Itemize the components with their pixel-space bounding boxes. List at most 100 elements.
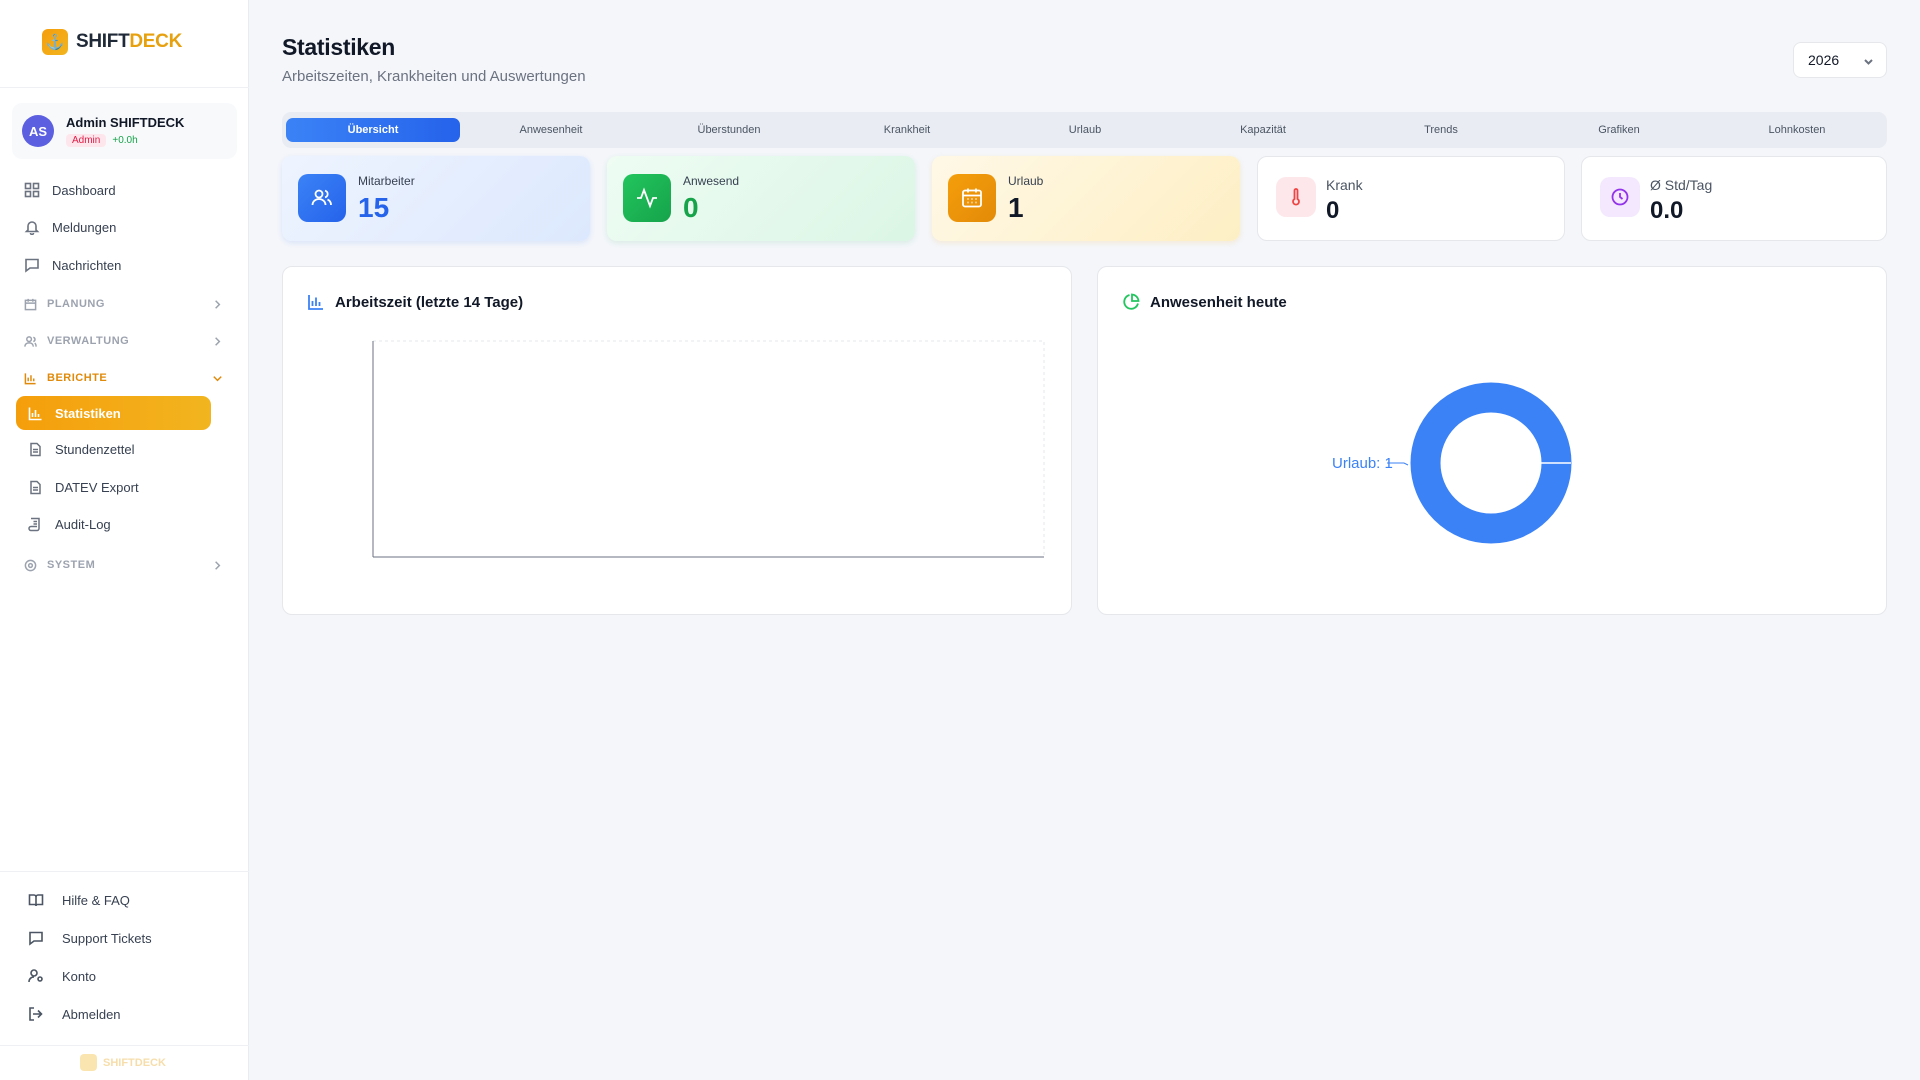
help-faq-link[interactable]: Hilfe & FAQ bbox=[28, 892, 130, 908]
anchor-icon bbox=[80, 1054, 97, 1071]
brand-logo[interactable]: ⚓ SHIFTDECK bbox=[42, 29, 182, 55]
stat-value: 15 bbox=[358, 192, 390, 223]
activity-icon bbox=[623, 174, 671, 222]
slice-label: Urlaub: 1 bbox=[1332, 455, 1393, 472]
year-value: 2026 bbox=[1808, 52, 1840, 68]
work-hours-chart bbox=[372, 340, 1045, 558]
logout-icon bbox=[29, 1007, 43, 1021]
sidebar-item-audit[interactable]: Audit-Log bbox=[28, 513, 111, 535]
sidebar-item-label: Nachrichten bbox=[52, 257, 122, 273]
role-badge: Admin bbox=[66, 134, 107, 147]
file-export-icon bbox=[30, 480, 41, 494]
section-label: SYSTEM bbox=[47, 559, 96, 571]
stat-card-krank: Krank 0 bbox=[1257, 156, 1565, 241]
stat-card-std-tag: Ø Std/Tag 0.0 bbox=[1581, 156, 1887, 241]
user-card[interactable]: AS Admin SHIFTDECK Admin +0.0h bbox=[12, 103, 237, 159]
chevron-right-icon bbox=[215, 337, 221, 346]
chevron-down-icon bbox=[213, 376, 222, 382]
sidebar-item-label: Meldungen bbox=[52, 219, 117, 235]
presence-donut-chart: Urlaub: 1 bbox=[1332, 382, 1572, 544]
tab-anwesenheit[interactable]: Anwesenheit bbox=[464, 118, 638, 142]
avatar: AS bbox=[22, 115, 54, 147]
chevron-right-icon bbox=[215, 561, 221, 570]
bell-icon bbox=[24, 221, 40, 235]
stat-value: 0.0 bbox=[1650, 197, 1684, 224]
tab-trends[interactable]: Trends bbox=[1354, 118, 1528, 142]
sidebar-item-label: Audit-Log bbox=[55, 516, 111, 532]
link-label: Abmelden bbox=[62, 1006, 121, 1022]
account-link[interactable]: Konto bbox=[28, 968, 96, 984]
year-select[interactable]: 2026 bbox=[1793, 42, 1887, 78]
stat-value: 0 bbox=[683, 192, 699, 223]
section-berichte[interactable]: BERICHTE bbox=[24, 368, 224, 388]
settings-icon bbox=[24, 559, 37, 571]
tab-urlaub[interactable]: Urlaub bbox=[998, 118, 1172, 142]
user-name: Admin SHIFTDECK bbox=[66, 115, 185, 130]
sidebar-item-meldungen[interactable]: Meldungen bbox=[24, 216, 116, 238]
scroll-icon bbox=[28, 517, 40, 531]
link-label: Hilfe & FAQ bbox=[62, 892, 130, 908]
chevron-right-icon bbox=[215, 300, 221, 309]
footer-brand: SHIFTDECK bbox=[103, 1056, 166, 1069]
sidebar: ⚓ SHIFTDECK AS Admin SHIFTDECK Admin +0.… bbox=[0, 0, 249, 1080]
sidebar-item-label: Stundenzettel bbox=[55, 441, 135, 457]
tab-kapazitaet[interactable]: Kapazität bbox=[1176, 118, 1350, 142]
page-title: Statistiken bbox=[282, 34, 396, 60]
document-icon bbox=[30, 442, 41, 456]
tab-grafiken[interactable]: Grafiken bbox=[1532, 118, 1706, 142]
logout-link[interactable]: Abmelden bbox=[28, 1006, 121, 1022]
divider bbox=[0, 1045, 249, 1046]
tab-ueberstunden[interactable]: Überstunden bbox=[642, 118, 816, 142]
users-icon bbox=[24, 335, 37, 347]
hours-balance: +0.0h bbox=[112, 135, 138, 146]
sidebar-item-stundenzettel[interactable]: Stundenzettel bbox=[28, 438, 135, 460]
section-verwaltung[interactable]: VERWALTUNG bbox=[24, 331, 224, 351]
link-label: Support Tickets bbox=[62, 930, 152, 946]
sidebar-item-datev[interactable]: DATEV Export bbox=[28, 476, 139, 498]
message-icon bbox=[25, 258, 39, 273]
divider bbox=[0, 871, 249, 872]
calendar-icon bbox=[948, 174, 996, 222]
grid-icon bbox=[24, 182, 40, 198]
panel-arbeitszeit: Arbeitszeit (letzte 14 Tage) bbox=[282, 266, 1072, 615]
message-icon bbox=[29, 931, 43, 946]
chevron-down-icon bbox=[1864, 59, 1873, 65]
tab-krankheit[interactable]: Krankheit bbox=[820, 118, 994, 142]
stat-label: Mitarbeiter bbox=[358, 174, 415, 188]
stat-label: Ø Std/Tag bbox=[1650, 177, 1713, 193]
user-key-icon bbox=[28, 969, 43, 983]
support-tickets-link[interactable]: Support Tickets bbox=[28, 930, 152, 946]
plot-area-grid bbox=[372, 340, 1045, 558]
sidebar-item-label: Statistiken bbox=[55, 405, 121, 421]
stat-card-mitarbeiter: Mitarbeiter 15 bbox=[282, 156, 590, 241]
clock-icon bbox=[1600, 177, 1640, 217]
panel-anwesenheit: Anwesenheit heute Urlaub: 1 bbox=[1097, 266, 1887, 615]
section-system[interactable]: SYSTEM bbox=[24, 555, 224, 575]
thermometer-icon bbox=[1276, 177, 1316, 217]
book-icon bbox=[28, 894, 44, 907]
sidebar-item-dashboard[interactable]: Dashboard bbox=[24, 179, 116, 201]
page-subtitle: Arbeitszeiten, Krankheiten und Auswertun… bbox=[282, 68, 586, 85]
anchor-icon: ⚓ bbox=[42, 29, 68, 55]
sidebar-item-label: DATEV Export bbox=[55, 479, 139, 495]
stat-card-urlaub: Urlaub 1 bbox=[932, 156, 1240, 241]
divider bbox=[0, 87, 249, 88]
stat-value: 0 bbox=[1326, 197, 1340, 224]
stat-label: Urlaub bbox=[1008, 174, 1044, 188]
donut-slice-urlaub[interactable] bbox=[1410, 382, 1572, 544]
brand-name: SHIFTDECK bbox=[76, 31, 183, 52]
tab-uebersicht[interactable]: Übersicht bbox=[286, 118, 460, 142]
stats-tabs: Übersicht Anwesenheit Überstunden Krankh… bbox=[282, 112, 1887, 148]
stat-label: Krank bbox=[1326, 177, 1363, 193]
section-planung[interactable]: PLANUNG bbox=[24, 294, 224, 314]
section-label: PLANUNG bbox=[47, 298, 105, 310]
sidebar-item-statistiken[interactable]: Statistiken bbox=[16, 396, 211, 430]
tab-lohnkosten[interactable]: Lohnkosten bbox=[1710, 118, 1884, 142]
link-label: Konto bbox=[62, 968, 96, 984]
section-label: VERWALTUNG bbox=[47, 335, 130, 347]
sidebar-item-nachrichten[interactable]: Nachrichten bbox=[24, 254, 121, 276]
donut-slices bbox=[1410, 382, 1572, 544]
stat-label: Anwesend bbox=[683, 174, 740, 188]
users-icon bbox=[298, 174, 346, 222]
bar-chart-icon bbox=[28, 407, 42, 420]
